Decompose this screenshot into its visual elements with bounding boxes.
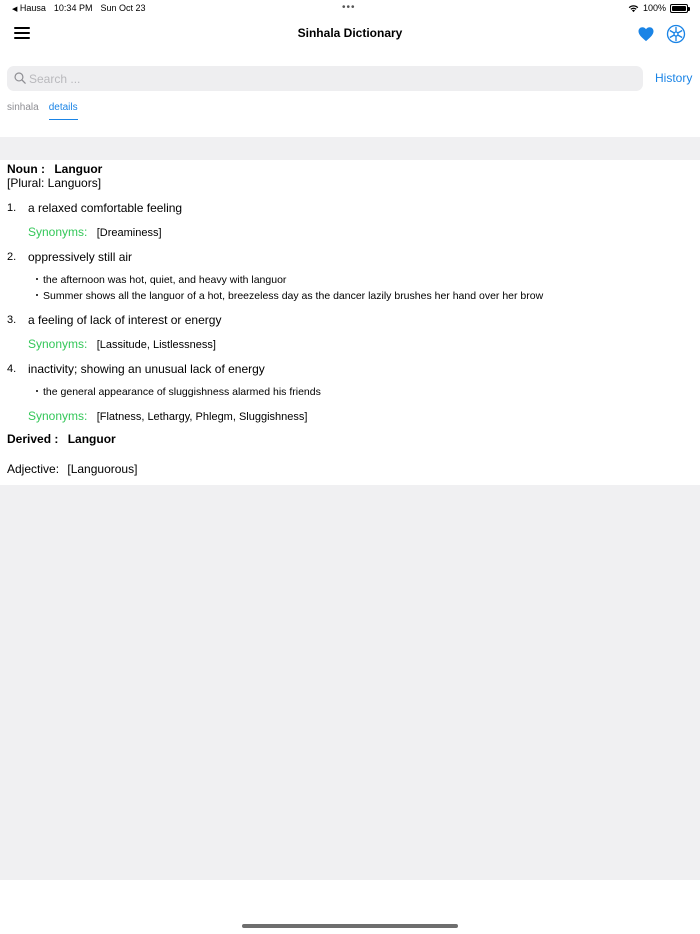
back-to-app[interactable]: ◀ Hausa bbox=[12, 3, 46, 13]
sense-number: 2. bbox=[7, 251, 17, 263]
example-text: Summer shows all the languor of a hot, b… bbox=[43, 290, 544, 302]
example-sentence: the afternoon was hot, quiet, and heavy … bbox=[36, 274, 286, 286]
adjective-value: [Languorous] bbox=[67, 462, 138, 476]
section-separator bbox=[0, 137, 700, 160]
example-sentence: the general appearance of sluggishness a… bbox=[36, 386, 321, 398]
synonyms-row: Synonyms: [Flatness, Lethargy, Phlegm, S… bbox=[28, 409, 307, 423]
home-indicator[interactable] bbox=[242, 924, 458, 928]
battery-fill bbox=[672, 5, 686, 11]
sense-definition: a feeling of lack of interest or energy bbox=[28, 313, 222, 327]
back-app-label: Hausa bbox=[19, 3, 46, 13]
synonyms-label: Synonyms: bbox=[28, 337, 88, 351]
synonyms-values: [Flatness, Lethargy, Phlegm, Sluggishnes… bbox=[96, 411, 308, 423]
tab-bar: sinhala details bbox=[7, 102, 78, 120]
example-text: the afternoon was hot, quiet, and heavy … bbox=[43, 274, 287, 286]
page-title: Sinhala Dictionary bbox=[297, 26, 403, 40]
wifi-icon bbox=[628, 4, 639, 12]
bullet bbox=[36, 294, 38, 297]
search-input[interactable] bbox=[29, 66, 629, 91]
adjective-label: Adjective: bbox=[7, 462, 60, 476]
nav-bar: Sinhala Dictionary bbox=[0, 18, 700, 50]
example-text: the general appearance of sluggishness a… bbox=[43, 386, 321, 398]
heart-icon[interactable] bbox=[637, 25, 655, 43]
sense-number: 3. bbox=[7, 314, 17, 326]
part-of-speech-label: Noun : bbox=[7, 162, 45, 176]
history-button[interactable]: History bbox=[655, 71, 692, 85]
bullet bbox=[36, 278, 38, 281]
status-time: 10:34 PM bbox=[53, 3, 93, 13]
back-arrow-icon: ◀ bbox=[12, 6, 18, 13]
search-icon bbox=[14, 72, 26, 84]
sense-definition: inactivity; showing an unusual lack of e… bbox=[28, 362, 265, 376]
synonyms-row: Synonyms: [Lassitude, Listlessness] bbox=[28, 337, 216, 351]
status-left: ◀ Hausa 10:34 PM Sun Oct 23 bbox=[12, 3, 145, 13]
tab-sinhala[interactable]: sinhala bbox=[7, 102, 39, 120]
sense-number: 4. bbox=[7, 363, 17, 375]
headword: Languor bbox=[54, 162, 103, 176]
search-bar[interactable] bbox=[7, 66, 643, 91]
sense-definition: a relaxed comfortable feeling bbox=[28, 201, 183, 215]
derived-word: Languor bbox=[67, 432, 116, 446]
synonyms-values: [Dreaminess] bbox=[96, 227, 162, 239]
status-right: 100% bbox=[628, 3, 690, 13]
synonyms-label: Synonyms: bbox=[28, 409, 88, 423]
sense-number: 1. bbox=[7, 202, 17, 214]
synonyms-values: [Lassitude, Listlessness] bbox=[96, 339, 216, 351]
status-date: Sun Oct 23 bbox=[100, 3, 146, 13]
status-bar: ◀ Hausa 10:34 PM Sun Oct 23 ••• 100% bbox=[0, 0, 700, 18]
multitasking-dots-icon[interactable]: ••• bbox=[342, 2, 356, 13]
adjective-row: Adjective: [Languorous] bbox=[7, 462, 137, 476]
empty-area bbox=[0, 485, 700, 880]
example-sentence: Summer shows all the languor of a hot, b… bbox=[36, 290, 543, 302]
sense-definition: oppressively still air bbox=[28, 250, 133, 264]
entry-header: Noun : Languor bbox=[7, 162, 102, 176]
battery-percent: 100% bbox=[642, 3, 666, 13]
battery-icon bbox=[670, 3, 690, 13]
synonyms-label: Synonyms: bbox=[28, 225, 88, 239]
bullet bbox=[36, 390, 38, 393]
derived-label: Derived : bbox=[7, 432, 59, 446]
tab-details[interactable]: details bbox=[48, 102, 78, 120]
synonyms-row: Synonyms: [Dreaminess] bbox=[28, 225, 162, 239]
derived-header: Derived : Languor bbox=[7, 432, 116, 446]
gear-icon[interactable] bbox=[666, 24, 686, 44]
plural-form: [Plural: Languors] bbox=[7, 176, 102, 190]
entry-details: Noun : Languor [Plural: Languors] 1. a r… bbox=[0, 160, 700, 485]
